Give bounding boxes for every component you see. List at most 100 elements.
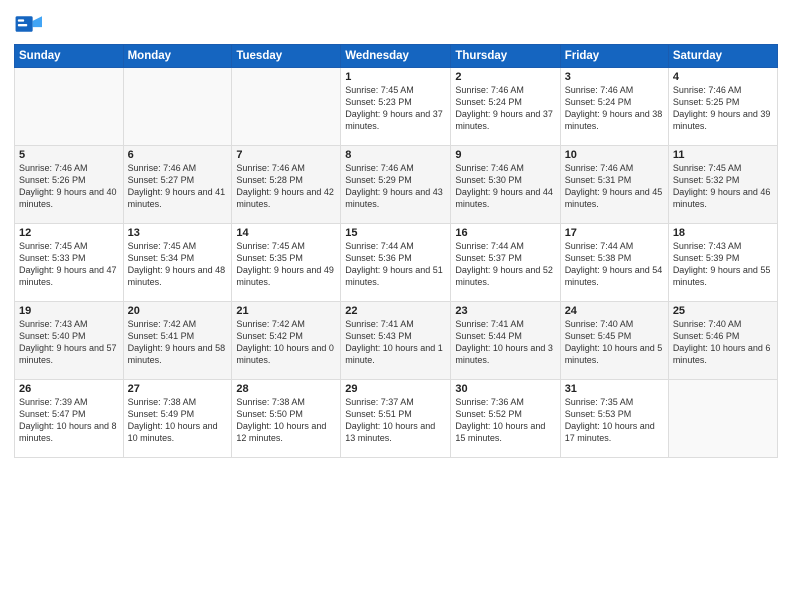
calendar-cell: 23Sunrise: 7:41 AM Sunset: 5:44 PM Dayli…	[451, 302, 560, 380]
day-number: 25	[673, 305, 773, 317]
weekday-header-tuesday: Tuesday	[232, 45, 341, 68]
calendar-cell	[232, 68, 341, 146]
week-row-1: 5Sunrise: 7:46 AM Sunset: 5:26 PM Daylig…	[15, 146, 778, 224]
day-info: Sunrise: 7:46 AM Sunset: 5:26 PM Dayligh…	[19, 162, 119, 211]
day-info: Sunrise: 7:38 AM Sunset: 5:49 PM Dayligh…	[128, 396, 228, 445]
day-info: Sunrise: 7:46 AM Sunset: 5:25 PM Dayligh…	[673, 84, 773, 133]
day-info: Sunrise: 7:44 AM Sunset: 5:37 PM Dayligh…	[455, 240, 555, 289]
calendar-table: SundayMondayTuesdayWednesdayThursdayFrid…	[14, 44, 778, 458]
calendar-cell: 25Sunrise: 7:40 AM Sunset: 5:46 PM Dayli…	[668, 302, 777, 380]
day-info: Sunrise: 7:40 AM Sunset: 5:46 PM Dayligh…	[673, 318, 773, 367]
weekday-header-friday: Friday	[560, 45, 668, 68]
day-number: 6	[128, 149, 228, 161]
day-info: Sunrise: 7:46 AM Sunset: 5:31 PM Dayligh…	[565, 162, 664, 211]
calendar-cell: 11Sunrise: 7:45 AM Sunset: 5:32 PM Dayli…	[668, 146, 777, 224]
day-info: Sunrise: 7:45 AM Sunset: 5:33 PM Dayligh…	[19, 240, 119, 289]
calendar-cell: 17Sunrise: 7:44 AM Sunset: 5:38 PM Dayli…	[560, 224, 668, 302]
calendar-cell	[123, 68, 232, 146]
day-info: Sunrise: 7:37 AM Sunset: 5:51 PM Dayligh…	[345, 396, 446, 445]
calendar-cell: 9Sunrise: 7:46 AM Sunset: 5:30 PM Daylig…	[451, 146, 560, 224]
weekday-header-thursday: Thursday	[451, 45, 560, 68]
day-info: Sunrise: 7:44 AM Sunset: 5:36 PM Dayligh…	[345, 240, 446, 289]
week-row-0: 1Sunrise: 7:45 AM Sunset: 5:23 PM Daylig…	[15, 68, 778, 146]
day-info: Sunrise: 7:46 AM Sunset: 5:24 PM Dayligh…	[455, 84, 555, 133]
calendar-cell: 12Sunrise: 7:45 AM Sunset: 5:33 PM Dayli…	[15, 224, 124, 302]
day-number: 18	[673, 227, 773, 239]
header	[14, 10, 778, 38]
day-number: 20	[128, 305, 228, 317]
calendar-cell: 4Sunrise: 7:46 AM Sunset: 5:25 PM Daylig…	[668, 68, 777, 146]
calendar-cell: 21Sunrise: 7:42 AM Sunset: 5:42 PM Dayli…	[232, 302, 341, 380]
calendar-cell: 15Sunrise: 7:44 AM Sunset: 5:36 PM Dayli…	[341, 224, 451, 302]
calendar-cell: 29Sunrise: 7:37 AM Sunset: 5:51 PM Dayli…	[341, 380, 451, 458]
day-info: Sunrise: 7:45 AM Sunset: 5:23 PM Dayligh…	[345, 84, 446, 133]
day-info: Sunrise: 7:38 AM Sunset: 5:50 PM Dayligh…	[236, 396, 336, 445]
weekday-header-monday: Monday	[123, 45, 232, 68]
day-number: 31	[565, 383, 664, 395]
day-number: 1	[345, 71, 446, 83]
day-number: 16	[455, 227, 555, 239]
calendar-cell: 7Sunrise: 7:46 AM Sunset: 5:28 PM Daylig…	[232, 146, 341, 224]
calendar-cell: 20Sunrise: 7:42 AM Sunset: 5:41 PM Dayli…	[123, 302, 232, 380]
calendar-cell: 30Sunrise: 7:36 AM Sunset: 5:52 PM Dayli…	[451, 380, 560, 458]
day-info: Sunrise: 7:45 AM Sunset: 5:34 PM Dayligh…	[128, 240, 228, 289]
calendar-cell: 14Sunrise: 7:45 AM Sunset: 5:35 PM Dayli…	[232, 224, 341, 302]
calendar-cell: 1Sunrise: 7:45 AM Sunset: 5:23 PM Daylig…	[341, 68, 451, 146]
day-info: Sunrise: 7:46 AM Sunset: 5:27 PM Dayligh…	[128, 162, 228, 211]
day-number: 7	[236, 149, 336, 161]
weekday-header-row: SundayMondayTuesdayWednesdayThursdayFrid…	[15, 45, 778, 68]
calendar-cell	[15, 68, 124, 146]
day-number: 21	[236, 305, 336, 317]
day-number: 10	[565, 149, 664, 161]
calendar-cell: 16Sunrise: 7:44 AM Sunset: 5:37 PM Dayli…	[451, 224, 560, 302]
weekday-header-saturday: Saturday	[668, 45, 777, 68]
weekday-header-wednesday: Wednesday	[341, 45, 451, 68]
day-number: 23	[455, 305, 555, 317]
page: SundayMondayTuesdayWednesdayThursdayFrid…	[0, 0, 792, 612]
day-number: 2	[455, 71, 555, 83]
day-number: 28	[236, 383, 336, 395]
day-number: 24	[565, 305, 664, 317]
calendar-cell: 8Sunrise: 7:46 AM Sunset: 5:29 PM Daylig…	[341, 146, 451, 224]
day-number: 30	[455, 383, 555, 395]
day-info: Sunrise: 7:44 AM Sunset: 5:38 PM Dayligh…	[565, 240, 664, 289]
week-row-4: 26Sunrise: 7:39 AM Sunset: 5:47 PM Dayli…	[15, 380, 778, 458]
calendar-cell: 28Sunrise: 7:38 AM Sunset: 5:50 PM Dayli…	[232, 380, 341, 458]
day-info: Sunrise: 7:41 AM Sunset: 5:43 PM Dayligh…	[345, 318, 446, 367]
day-number: 15	[345, 227, 446, 239]
day-number: 19	[19, 305, 119, 317]
logo	[14, 10, 44, 38]
day-info: Sunrise: 7:45 AM Sunset: 5:35 PM Dayligh…	[236, 240, 336, 289]
day-info: Sunrise: 7:43 AM Sunset: 5:40 PM Dayligh…	[19, 318, 119, 367]
day-info: Sunrise: 7:42 AM Sunset: 5:42 PM Dayligh…	[236, 318, 336, 367]
day-info: Sunrise: 7:46 AM Sunset: 5:28 PM Dayligh…	[236, 162, 336, 211]
day-info: Sunrise: 7:35 AM Sunset: 5:53 PM Dayligh…	[565, 396, 664, 445]
day-number: 13	[128, 227, 228, 239]
day-info: Sunrise: 7:42 AM Sunset: 5:41 PM Dayligh…	[128, 318, 228, 367]
week-row-3: 19Sunrise: 7:43 AM Sunset: 5:40 PM Dayli…	[15, 302, 778, 380]
calendar-cell: 18Sunrise: 7:43 AM Sunset: 5:39 PM Dayli…	[668, 224, 777, 302]
calendar-cell: 26Sunrise: 7:39 AM Sunset: 5:47 PM Dayli…	[15, 380, 124, 458]
week-row-2: 12Sunrise: 7:45 AM Sunset: 5:33 PM Dayli…	[15, 224, 778, 302]
calendar-cell: 22Sunrise: 7:41 AM Sunset: 5:43 PM Dayli…	[341, 302, 451, 380]
day-number: 5	[19, 149, 119, 161]
day-info: Sunrise: 7:36 AM Sunset: 5:52 PM Dayligh…	[455, 396, 555, 445]
calendar-cell: 3Sunrise: 7:46 AM Sunset: 5:24 PM Daylig…	[560, 68, 668, 146]
day-info: Sunrise: 7:41 AM Sunset: 5:44 PM Dayligh…	[455, 318, 555, 367]
day-number: 9	[455, 149, 555, 161]
day-info: Sunrise: 7:40 AM Sunset: 5:45 PM Dayligh…	[565, 318, 664, 367]
day-number: 3	[565, 71, 664, 83]
day-number: 29	[345, 383, 446, 395]
calendar-cell: 2Sunrise: 7:46 AM Sunset: 5:24 PM Daylig…	[451, 68, 560, 146]
day-info: Sunrise: 7:46 AM Sunset: 5:24 PM Dayligh…	[565, 84, 664, 133]
logo-icon	[14, 10, 42, 38]
calendar-cell: 10Sunrise: 7:46 AM Sunset: 5:31 PM Dayli…	[560, 146, 668, 224]
day-number: 17	[565, 227, 664, 239]
day-number: 26	[19, 383, 119, 395]
calendar-cell: 27Sunrise: 7:38 AM Sunset: 5:49 PM Dayli…	[123, 380, 232, 458]
calendar-cell	[668, 380, 777, 458]
calendar-cell: 6Sunrise: 7:46 AM Sunset: 5:27 PM Daylig…	[123, 146, 232, 224]
calendar-cell: 5Sunrise: 7:46 AM Sunset: 5:26 PM Daylig…	[15, 146, 124, 224]
day-info: Sunrise: 7:45 AM Sunset: 5:32 PM Dayligh…	[673, 162, 773, 211]
calendar-cell: 31Sunrise: 7:35 AM Sunset: 5:53 PM Dayli…	[560, 380, 668, 458]
